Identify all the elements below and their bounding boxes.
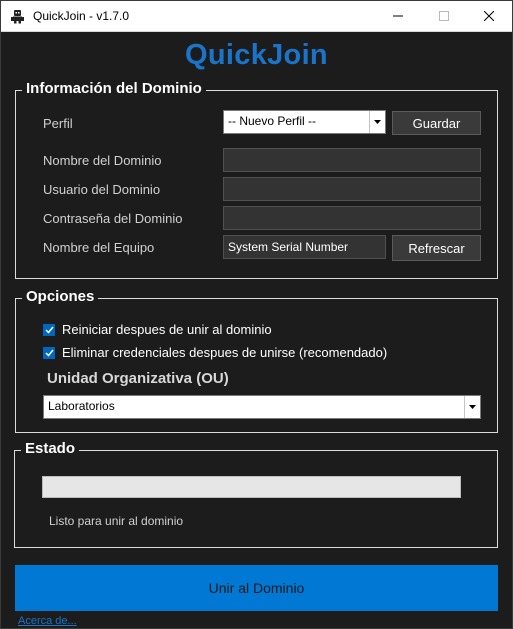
ou-label: Unidad Organizativa (OU) bbox=[47, 370, 229, 387]
chevron-down-icon bbox=[464, 396, 480, 418]
minimize-button[interactable] bbox=[375, 1, 421, 32]
domain-password-label: Contraseña del Dominio bbox=[43, 211, 183, 226]
status-message: Listo para unir al dominio bbox=[49, 514, 184, 528]
remove-credentials-checkbox-row[interactable]: Eliminar credenciales despues de unirse … bbox=[43, 345, 387, 360]
domain-name-field[interactable] bbox=[223, 148, 481, 172]
title-bar[interactable]: QuickJoin - v1.7.0 bbox=[1, 1, 512, 32]
profile-selected-value: -- Nuevo Perfil -- bbox=[228, 114, 317, 128]
domain-info-group-title: Información del Dominio bbox=[22, 80, 206, 97]
close-button[interactable] bbox=[466, 1, 512, 32]
status-group-title: Estado bbox=[21, 440, 80, 457]
domain-name-label: Nombre del Dominio bbox=[43, 153, 162, 168]
maximize-button[interactable] bbox=[421, 1, 467, 32]
minimize-icon bbox=[393, 8, 403, 26]
checkmark-icon bbox=[44, 349, 54, 357]
profile-dropdown[interactable]: -- Nuevo Perfil -- bbox=[223, 110, 386, 134]
save-profile-button[interactable]: Guardar bbox=[392, 111, 481, 135]
window-title: QuickJoin - v1.7.0 bbox=[33, 9, 130, 23]
ou-dropdown[interactable]: Laboratorios bbox=[43, 395, 481, 419]
options-group-title: Opciones bbox=[22, 288, 99, 305]
restart-checkbox-row[interactable]: Reiniciar despues de unir al dominio bbox=[43, 322, 272, 337]
join-domain-button[interactable]: Unir al Dominio bbox=[15, 565, 498, 611]
about-link[interactable]: Acerca de... bbox=[18, 615, 77, 627]
chevron-down-icon bbox=[369, 111, 385, 133]
domain-user-label: Usuario del Dominio bbox=[43, 182, 161, 197]
restart-checkbox[interactable] bbox=[43, 323, 55, 336]
robot-icon bbox=[10, 9, 25, 24]
domain-password-field[interactable] bbox=[223, 206, 481, 230]
status-group: Estado Listo para unir al dominio bbox=[14, 440, 498, 548]
close-icon bbox=[483, 8, 495, 26]
app-window: QuickJoin - v1.7.0 QuickJoin Información… bbox=[0, 0, 513, 629]
options-group: Opciones Reiniciar despues de unir al do… bbox=[15, 288, 498, 433]
profile-label: Perfil bbox=[43, 116, 73, 131]
ou-selected-value: Laboratorios bbox=[48, 399, 115, 413]
computer-name-field[interactable]: System Serial Number bbox=[223, 235, 386, 259]
restart-checkbox-label: Reiniciar despues de unir al dominio bbox=[62, 322, 272, 337]
computer-name-label: Nombre del Equipo bbox=[43, 240, 155, 255]
status-progress-bar bbox=[42, 476, 461, 498]
checkmark-icon bbox=[44, 326, 54, 334]
domain-user-field[interactable] bbox=[223, 177, 481, 201]
remove-credentials-checkbox-label: Eliminar credenciales despues de unirse … bbox=[62, 345, 388, 360]
maximize-icon bbox=[439, 8, 449, 26]
domain-info-group: Información del Dominio Perfil -- Nuevo … bbox=[15, 80, 498, 279]
remove-credentials-checkbox[interactable] bbox=[43, 346, 55, 359]
app-header-title: QuickJoin bbox=[185, 39, 328, 71]
refresh-button[interactable]: Refrescar bbox=[392, 235, 481, 261]
